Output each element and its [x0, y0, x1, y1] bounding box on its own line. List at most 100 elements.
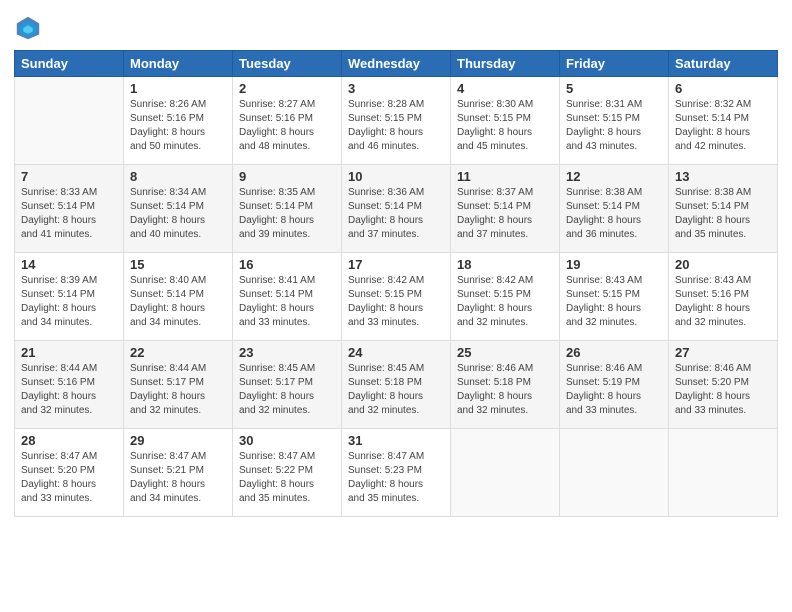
sunrise-text: Sunrise: 8:37 AM	[457, 186, 553, 200]
calendar-cell: 31Sunrise: 8:47 AMSunset: 5:23 PMDayligh…	[342, 429, 451, 517]
daylight-text: Daylight: 8 hoursand 33 minutes.	[239, 302, 335, 330]
day-number: 26	[566, 345, 662, 360]
sunrise-text: Sunrise: 8:33 AM	[21, 186, 117, 200]
sunrise-text: Sunrise: 8:47 AM	[239, 450, 335, 464]
day-info: Sunrise: 8:33 AMSunset: 5:14 PMDaylight:…	[21, 186, 117, 242]
sunrise-text: Sunrise: 8:43 AM	[675, 274, 771, 288]
sunset-text: Sunset: 5:17 PM	[130, 376, 226, 390]
daylight-text: Daylight: 8 hoursand 48 minutes.	[239, 126, 335, 154]
day-number: 7	[21, 169, 117, 184]
sunset-text: Sunset: 5:19 PM	[566, 376, 662, 390]
sunrise-text: Sunrise: 8:45 AM	[348, 362, 444, 376]
calendar-cell: 9Sunrise: 8:35 AMSunset: 5:14 PMDaylight…	[233, 165, 342, 253]
daylight-text: Daylight: 8 hoursand 37 minutes.	[348, 214, 444, 242]
sunrise-text: Sunrise: 8:39 AM	[21, 274, 117, 288]
sunrise-text: Sunrise: 8:26 AM	[130, 98, 226, 112]
sunset-text: Sunset: 5:17 PM	[239, 376, 335, 390]
daylight-text: Daylight: 8 hoursand 40 minutes.	[130, 214, 226, 242]
day-number: 14	[21, 257, 117, 272]
calendar-table: SundayMondayTuesdayWednesdayThursdayFrid…	[14, 50, 778, 517]
daylight-text: Daylight: 8 hoursand 39 minutes.	[239, 214, 335, 242]
calendar-cell: 17Sunrise: 8:42 AMSunset: 5:15 PMDayligh…	[342, 253, 451, 341]
daylight-text: Daylight: 8 hoursand 32 minutes.	[457, 302, 553, 330]
calendar-cell: 11Sunrise: 8:37 AMSunset: 5:14 PMDayligh…	[451, 165, 560, 253]
day-number: 10	[348, 169, 444, 184]
day-info: Sunrise: 8:38 AMSunset: 5:14 PMDaylight:…	[675, 186, 771, 242]
day-number: 2	[239, 81, 335, 96]
calendar-cell: 16Sunrise: 8:41 AMSunset: 5:14 PMDayligh…	[233, 253, 342, 341]
calendar-cell	[560, 429, 669, 517]
day-info: Sunrise: 8:32 AMSunset: 5:14 PMDaylight:…	[675, 98, 771, 154]
daylight-text: Daylight: 8 hoursand 35 minutes.	[239, 478, 335, 506]
calendar-cell: 21Sunrise: 8:44 AMSunset: 5:16 PMDayligh…	[15, 341, 124, 429]
day-number: 23	[239, 345, 335, 360]
day-info: Sunrise: 8:46 AMSunset: 5:19 PMDaylight:…	[566, 362, 662, 418]
sunrise-text: Sunrise: 8:44 AM	[21, 362, 117, 376]
sunset-text: Sunset: 5:14 PM	[239, 288, 335, 302]
sunset-text: Sunset: 5:22 PM	[239, 464, 335, 478]
calendar-cell: 15Sunrise: 8:40 AMSunset: 5:14 PMDayligh…	[124, 253, 233, 341]
calendar-cell: 25Sunrise: 8:46 AMSunset: 5:18 PMDayligh…	[451, 341, 560, 429]
day-info: Sunrise: 8:46 AMSunset: 5:18 PMDaylight:…	[457, 362, 553, 418]
day-number: 29	[130, 433, 226, 448]
sunset-text: Sunset: 5:14 PM	[130, 200, 226, 214]
sunset-text: Sunset: 5:16 PM	[130, 112, 226, 126]
sunrise-text: Sunrise: 8:47 AM	[21, 450, 117, 464]
daylight-text: Daylight: 8 hoursand 32 minutes.	[457, 390, 553, 418]
sunrise-text: Sunrise: 8:42 AM	[457, 274, 553, 288]
daylight-text: Daylight: 8 hoursand 50 minutes.	[130, 126, 226, 154]
daylight-text: Daylight: 8 hoursand 34 minutes.	[130, 478, 226, 506]
calendar-cell: 13Sunrise: 8:38 AMSunset: 5:14 PMDayligh…	[669, 165, 778, 253]
sunset-text: Sunset: 5:14 PM	[566, 200, 662, 214]
day-number: 16	[239, 257, 335, 272]
calendar-cell: 27Sunrise: 8:46 AMSunset: 5:20 PMDayligh…	[669, 341, 778, 429]
daylight-text: Daylight: 8 hoursand 35 minutes.	[675, 214, 771, 242]
calendar-cell: 20Sunrise: 8:43 AMSunset: 5:16 PMDayligh…	[669, 253, 778, 341]
sunset-text: Sunset: 5:15 PM	[566, 288, 662, 302]
logo	[14, 14, 46, 42]
day-number: 22	[130, 345, 226, 360]
calendar-cell: 7 Sunrise: 8:33 AMSunset: 5:14 PMDaylight…	[15, 165, 124, 253]
day-number: 15	[130, 257, 226, 272]
day-info: Sunrise: 8:44 AMSunset: 5:17 PMDaylight:…	[130, 362, 226, 418]
sunset-text: Sunset: 5:14 PM	[675, 112, 771, 126]
sunrise-text: Sunrise: 8:27 AM	[239, 98, 335, 112]
sunset-text: Sunset: 5:23 PM	[348, 464, 444, 478]
week-row-0: 1Sunrise: 8:26 AMSunset: 5:16 PMDaylight…	[15, 77, 778, 165]
sunrise-text: Sunrise: 8:47 AM	[348, 450, 444, 464]
daylight-text: Daylight: 8 hoursand 36 minutes.	[566, 214, 662, 242]
sunset-text: Sunset: 5:14 PM	[130, 288, 226, 302]
sunset-text: Sunset: 5:14 PM	[348, 200, 444, 214]
day-info: Sunrise: 8:36 AMSunset: 5:14 PMDaylight:…	[348, 186, 444, 242]
day-info: Sunrise: 8:46 AMSunset: 5:20 PMDaylight:…	[675, 362, 771, 418]
sunrise-text: Sunrise: 8:34 AM	[130, 186, 226, 200]
calendar-cell: 12Sunrise: 8:38 AMSunset: 5:14 PMDayligh…	[560, 165, 669, 253]
sunrise-text: Sunrise: 8:46 AM	[675, 362, 771, 376]
day-info: Sunrise: 8:43 AMSunset: 5:15 PMDaylight:…	[566, 274, 662, 330]
day-number: 21	[21, 345, 117, 360]
sunset-text: Sunset: 5:18 PM	[457, 376, 553, 390]
day-number: 5	[566, 81, 662, 96]
day-number: 6	[675, 81, 771, 96]
day-info: Sunrise: 8:47 AMSunset: 5:20 PMDaylight:…	[21, 450, 117, 506]
sunset-text: Sunset: 5:16 PM	[239, 112, 335, 126]
daylight-text: Daylight: 8 hoursand 34 minutes.	[21, 302, 117, 330]
sunset-text: Sunset: 5:20 PM	[675, 376, 771, 390]
sunset-text: Sunset: 5:20 PM	[21, 464, 117, 478]
daylight-text: Daylight: 8 hoursand 46 minutes.	[348, 126, 444, 154]
col-header-sunday: Sunday	[15, 51, 124, 77]
col-header-friday: Friday	[560, 51, 669, 77]
sunrise-text: Sunrise: 8:40 AM	[130, 274, 226, 288]
calendar-cell: 26 Sunrise: 8:46 AMSunset: 5:19 PMDayligh…	[560, 341, 669, 429]
calendar-cell: 10 Sunrise: 8:36 AMSunset: 5:14 PMDayligh…	[342, 165, 451, 253]
day-info: Sunrise: 8:43 AMSunset: 5:16 PMDaylight:…	[675, 274, 771, 330]
calendar-cell: 4Sunrise: 8:30 AMSunset: 5:15 PMDaylight…	[451, 77, 560, 165]
sunrise-text: Sunrise: 8:38 AM	[566, 186, 662, 200]
day-number: 24	[348, 345, 444, 360]
daylight-text: Daylight: 8 hoursand 41 minutes.	[21, 214, 117, 242]
day-info: Sunrise: 8:39 AMSunset: 5:14 PMDaylight:…	[21, 274, 117, 330]
calendar-cell: 22 Sunrise: 8:44 AMSunset: 5:17 PMDayligh…	[124, 341, 233, 429]
sunset-text: Sunset: 5:14 PM	[457, 200, 553, 214]
sunset-text: Sunset: 5:14 PM	[239, 200, 335, 214]
sunset-text: Sunset: 5:15 PM	[348, 288, 444, 302]
